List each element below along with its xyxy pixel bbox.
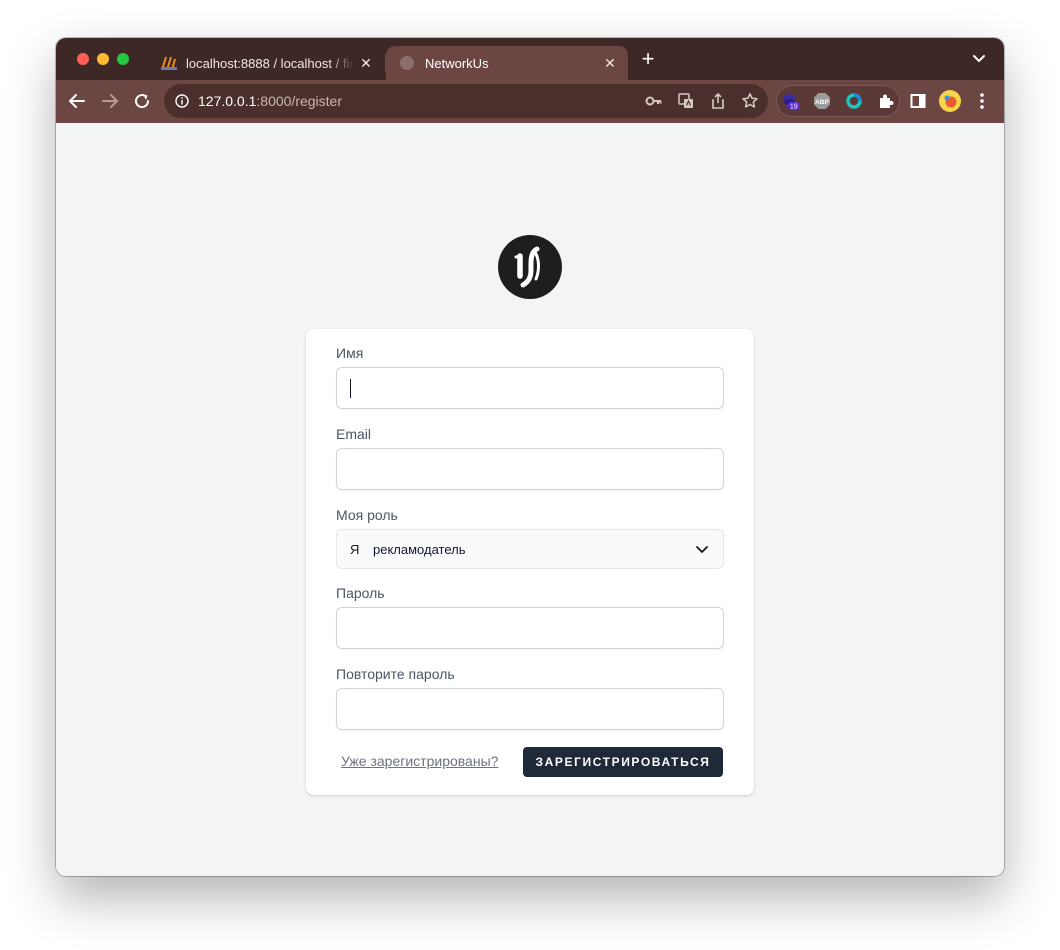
role-label: Моя роль [336,507,398,523]
reload-icon[interactable] [132,91,152,111]
name-label: Имя [336,345,364,361]
side-panel-icon[interactable] [908,91,928,111]
tab-networkus[interactable]: NetworkUs ✕ [386,46,628,80]
password-label: Пароль [336,585,385,601]
ring-extension-icon[interactable] [844,91,864,111]
register-button[interactable]: ЗАРЕГИСТРИРОВАТЬСЯ [523,747,723,777]
browser-window: localhost:8888 / localhost / fire ✕ Netw… [56,38,1004,876]
role-value: рекламодатель [373,542,466,557]
url-host: 127.0.0.1 [198,93,257,109]
extensions-group: 19 ABP [776,85,900,117]
role-select[interactable]: Я рекламодатель [336,529,724,569]
new-tab-button[interactable]: + [638,48,658,70]
toolbar: 127.0.0.1:8000/register 19 ABP [56,80,1004,123]
name-input[interactable] [336,367,724,409]
share-icon[interactable] [709,92,727,110]
address-bar[interactable]: 127.0.0.1:8000/register [164,84,768,118]
close-tab-icon[interactable]: ✕ [598,55,622,72]
password-confirm-input[interactable] [336,688,724,730]
tab-title: localhost:8888 / localhost / fire [186,55,354,71]
minimize-window-button[interactable] [97,53,109,65]
url-path: :8000/register [256,93,342,109]
puzzle-icon[interactable] [876,91,896,111]
url-text: 127.0.0.1:8000/register [198,93,342,109]
graduation-cap-extension-icon[interactable]: 19 [780,91,800,111]
key-icon[interactable] [645,92,663,110]
tab-phpmyadmin[interactable]: localhost:8888 / localhost / fire ✕ [148,46,384,80]
page-content: Имя Email Моя роль Я рекламодатель Парол… [56,123,1004,876]
close-window-button[interactable] [77,53,89,65]
email-input[interactable] [336,448,724,490]
chevron-down-icon [695,542,709,556]
globe-icon [400,56,414,70]
maximize-window-button[interactable] [117,53,129,65]
close-tab-icon[interactable]: ✕ [354,55,378,72]
text-caret [350,379,351,398]
translate-icon[interactable] [677,92,695,110]
register-form: Имя Email Моя роль Я рекламодатель Парол… [306,329,754,795]
role-prefix: Я [350,542,360,557]
bookmark-star-icon[interactable] [741,92,759,110]
extension-badge: 19 [790,103,798,111]
info-icon[interactable] [173,92,191,110]
phpmyadmin-icon [160,54,178,72]
logo[interactable] [498,235,562,299]
chevron-down-icon[interactable] [971,52,987,66]
profile-avatar[interactable] [938,89,962,113]
back-arrow-icon[interactable] [67,91,87,111]
tab-title: NetworkUs [425,55,489,71]
email-label: Email [336,426,372,442]
already-registered-link[interactable]: Уже зарегистрированы? [341,753,498,769]
more-vertical-icon[interactable] [972,91,992,111]
password-confirm-label: Повторите пароль [336,666,455,682]
forward-arrow-icon[interactable] [100,91,120,111]
adblock-text: ABP [815,99,830,106]
password-input[interactable] [336,607,724,649]
tab-strip: localhost:8888 / localhost / fire ✕ Netw… [56,38,1004,80]
adblock-plus-icon[interactable]: ABP [812,91,832,111]
